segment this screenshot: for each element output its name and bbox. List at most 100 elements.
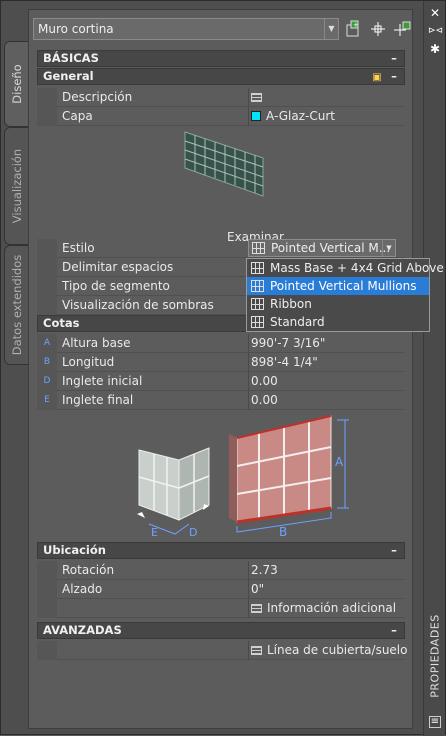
property-value[interactable]: 0": [251, 582, 264, 596]
section-avanzadas[interactable]: AVANZADAS –: [37, 622, 405, 639]
style-value: Pointed Vertical M...: [271, 241, 391, 255]
palette-title: PROPIEDADES: [428, 614, 441, 698]
description-value[interactable]: [251, 90, 267, 104]
settings-icon[interactable]: ✱: [428, 42, 442, 56]
property-row-informacion-adicional[interactable]: Información adicional: [37, 599, 405, 618]
row-gutter: [37, 561, 57, 580]
style-grid-icon: [251, 280, 264, 292]
section-cotas-title: Cotas: [43, 316, 80, 330]
pickadd-icon[interactable]: [393, 20, 411, 38]
property-label: Estilo: [62, 241, 95, 255]
style-option[interactable]: Mass Base + 4x4 Grid Above: [247, 259, 444, 277]
style-grid-icon: [252, 242, 265, 254]
collapse-icon[interactable]: –: [388, 543, 400, 558]
close-icon[interactable]: ✕: [428, 6, 442, 20]
curtain-wall-preview: [184, 131, 264, 197]
additional-info-button[interactable]: Información adicional: [251, 601, 396, 615]
dimension-tag: A: [37, 334, 57, 353]
column-divider: [248, 561, 249, 580]
row-gutter: [37, 258, 57, 277]
quick-select-icon[interactable]: [369, 20, 387, 38]
dimension-tag: E: [37, 391, 57, 410]
property-value[interactable]: 0.00: [251, 374, 278, 388]
property-value[interactable]: 990'-7 3/16": [251, 336, 325, 350]
autohide-icon[interactable]: ⊳⊲: [428, 24, 443, 38]
section-general[interactable]: General ▣ –: [37, 68, 405, 85]
property-row-longitud[interactable]: B Longitud 898'-4 1/4": [37, 353, 405, 372]
property-row-alzado[interactable]: Alzado 0": [37, 580, 405, 599]
property-row-capa[interactable]: Capa A-Glaz-Curt: [37, 107, 405, 126]
svg-text:+: +: [353, 21, 359, 29]
style-grid-icon: [251, 298, 264, 310]
layer-color-swatch: [251, 111, 261, 121]
style-option[interactable]: Ribbon: [247, 295, 429, 313]
section-basicas[interactable]: BÁSICAS –: [37, 50, 405, 67]
object-type-value: Muro cortina: [38, 22, 114, 36]
object-type-select[interactable]: Muro cortina ▼: [33, 18, 339, 40]
property-value[interactable]: 898'-4 1/4": [251, 355, 318, 369]
property-row-altura-base[interactable]: A Altura base 990'-7 3/16": [37, 334, 405, 353]
height-dim-label: A: [335, 455, 344, 469]
column-divider: [248, 353, 249, 372]
section-ubicacion[interactable]: Ubicación –: [37, 542, 405, 559]
collapse-icon[interactable]: –: [388, 51, 400, 66]
column-divider: [248, 599, 249, 618]
tab-visualizacion-label: Visualización: [9, 148, 24, 224]
layer-value[interactable]: A-Glaz-Curt: [251, 109, 335, 123]
row-gutter: [37, 88, 57, 107]
property-row-inglete-final[interactable]: E Inglete final 0.00: [37, 391, 405, 410]
roof-floor-line-label: Línea de cubierta/suelo: [267, 643, 408, 657]
tab-diseno[interactable]: Diseño: [4, 41, 28, 127]
chevron-down-icon[interactable]: ▼: [382, 240, 395, 256]
property-row-descripcion[interactable]: Descripción: [37, 88, 405, 107]
table-icon: [251, 604, 262, 613]
tab-visualizacion[interactable]: Visualización: [4, 127, 28, 245]
style-grid-icon: [251, 262, 264, 274]
properties-main: Muro cortina ▼ + BÁSICAS – General ▣ – Desc…: [28, 9, 413, 729]
style-select[interactable]: Pointed Vertical M... ▼: [248, 239, 396, 257]
property-row-linea-cubierta[interactable]: Línea de cubierta/suelo: [37, 641, 407, 660]
section-basicas-title: BÁSICAS: [43, 51, 99, 65]
property-label: Longitud: [62, 355, 115, 369]
style-option-label: Pointed Vertical Mullions: [270, 279, 417, 293]
property-row-inglete-inicial[interactable]: D Inglete inicial 0.00: [37, 372, 405, 391]
style-dropdown-list: Mass Base + 4x4 Grid Above Pointed Verti…: [246, 258, 444, 332]
column-divider: [248, 107, 249, 126]
collapse-icon[interactable]: –: [388, 69, 400, 84]
tab-datos-extendidos[interactable]: Datos extendidos: [4, 245, 28, 365]
column-divider: [248, 580, 249, 599]
column-divider: [248, 391, 249, 410]
property-label: Alzado: [62, 582, 103, 596]
row-gutter: [37, 239, 57, 258]
column-divider: [248, 88, 249, 107]
add-selection-icon[interactable]: +: [345, 20, 363, 38]
collapse-icon[interactable]: –: [388, 623, 400, 638]
dimension-tag: D: [37, 372, 57, 391]
column-divider: [248, 334, 249, 353]
tool-icon[interactable]: ▣: [370, 70, 384, 83]
style-option[interactable]: Standard: [247, 313, 429, 331]
curtain-wall-3d-graphic: A B: [229, 415, 349, 539]
row-gutter: [37, 580, 57, 599]
table-icon: [251, 93, 262, 102]
tab-datos-extendidos-label: Datos extendidos: [9, 254, 24, 356]
style-option-selected[interactable]: Pointed Vertical Mullions: [247, 277, 429, 295]
column-divider: [248, 641, 249, 660]
property-label: Rotación: [62, 563, 115, 577]
roof-floor-line-button[interactable]: Línea de cubierta/suelo: [251, 643, 407, 657]
style-option-label: Standard: [270, 315, 325, 329]
style-grid-icon: [251, 316, 264, 328]
palette-menu-icon[interactable]: ≡: [429, 716, 441, 728]
property-row-rotacion[interactable]: Rotación 2.73: [37, 561, 405, 580]
property-value[interactable]: 0.00: [251, 393, 278, 407]
property-label: Altura base: [62, 336, 131, 350]
section-general-title: General: [43, 69, 94, 83]
property-value[interactable]: 2.73: [251, 563, 278, 577]
chevron-down-icon: ▼: [324, 19, 338, 39]
row-gutter: [37, 277, 57, 296]
length-dim-label: B: [279, 525, 287, 539]
miter-corner-graphic: E D: [137, 447, 210, 539]
tab-diseno-label: Diseño: [9, 64, 24, 104]
layer-name: A-Glaz-Curt: [266, 109, 335, 123]
row-gutter: [37, 599, 57, 618]
